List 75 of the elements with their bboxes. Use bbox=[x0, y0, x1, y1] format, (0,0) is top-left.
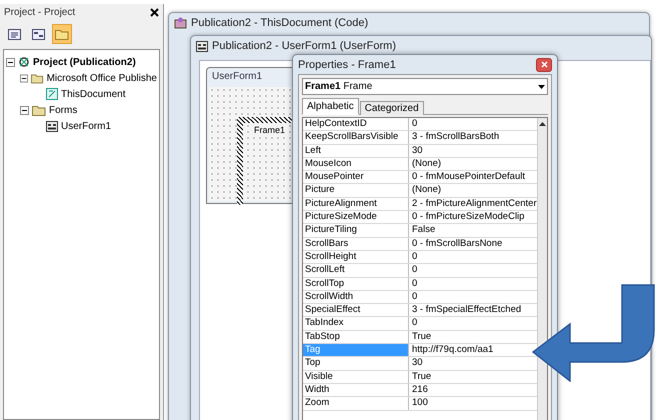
tree-item[interactable]: Forms bbox=[49, 104, 78, 116]
tree-item[interactable]: UserForm1 bbox=[61, 120, 112, 132]
collapse-icon[interactable] bbox=[20, 106, 29, 114]
property-value[interactable]: 0 bbox=[409, 290, 537, 304]
property-value[interactable]: 0 bbox=[409, 118, 537, 130]
property-value[interactable]: (None) bbox=[409, 184, 537, 197]
tab[interactable]: Categorized bbox=[360, 101, 424, 115]
property-value[interactable]: False bbox=[409, 224, 537, 237]
view-code-icon bbox=[8, 28, 20, 40]
form-icon bbox=[196, 40, 208, 52]
folder-icon bbox=[31, 72, 44, 84]
property-value[interactable]: (None) bbox=[409, 158, 537, 170]
caret-icon bbox=[538, 84, 545, 88]
property-name[interactable]: HelpContextID bbox=[303, 118, 409, 130]
close-icon bbox=[540, 61, 548, 68]
property-name[interactable]: PictureSizeMode bbox=[303, 211, 409, 224]
tree-item[interactable]: Microsoft Office Publishe bbox=[46, 72, 157, 84]
window-title: Publication2 - UserForm1 (UserForm) bbox=[212, 40, 396, 52]
property-name[interactable]: TabIndex bbox=[303, 317, 409, 330]
property-name[interactable]: ScrollTop bbox=[303, 278, 409, 290]
property-name[interactable]: ScrollHeight bbox=[303, 250, 409, 264]
window-title: Properties - Frame1 bbox=[298, 58, 396, 70]
property-name[interactable]: Top bbox=[303, 357, 409, 370]
view-object-icon bbox=[32, 28, 44, 40]
property-name[interactable]: Left bbox=[303, 144, 409, 157]
property-name[interactable]: Picture bbox=[303, 184, 409, 197]
property-value[interactable]: 3 - fmSpecialEffectEtched bbox=[409, 304, 537, 316]
property-value[interactable]: 0 - fmPictureSizeModeClip bbox=[409, 211, 537, 224]
property-value[interactable]: 216 bbox=[409, 384, 537, 396]
tab[interactable]: Alphabetic bbox=[302, 98, 359, 115]
property-value[interactable]: 0 bbox=[409, 250, 537, 264]
property-name[interactable]: PictureTiling bbox=[303, 224, 409, 237]
property-value[interactable]: 0 - fmScrollBarsNone bbox=[409, 238, 537, 250]
object-dropdown[interactable]: Frame1 Frame bbox=[302, 78, 548, 95]
folder-icon bbox=[32, 104, 46, 116]
property-name[interactable]: MousePointer bbox=[303, 171, 409, 184]
pane-title: Project - Project bbox=[4, 7, 76, 18]
property-name[interactable]: TabStop bbox=[303, 330, 409, 344]
property-name[interactable]: ScrollWidth bbox=[303, 290, 409, 304]
tree-item[interactable]: ThisDocument bbox=[61, 88, 126, 100]
property-name[interactable]: KeepScrollBarsVisible bbox=[303, 131, 409, 144]
tree-item[interactable]: Project (Publication2) bbox=[33, 56, 136, 68]
document-icon bbox=[46, 88, 58, 100]
property-name[interactable]: Zoom bbox=[303, 397, 409, 410]
property-value[interactable]: 0 bbox=[409, 264, 537, 277]
property-name[interactable]: Width bbox=[303, 384, 409, 396]
collapse-icon[interactable] bbox=[6, 58, 15, 66]
property-value[interactable]: 30 bbox=[409, 357, 537, 370]
property-name[interactable]: ScrollBars bbox=[303, 238, 409, 250]
property-name[interactable]: PictureAlignment bbox=[303, 198, 409, 210]
close-button[interactable] bbox=[536, 58, 552, 72]
property-value[interactable]: 100 bbox=[409, 397, 537, 410]
code-window-icon bbox=[174, 17, 187, 29]
property-value[interactable]: True bbox=[409, 330, 537, 344]
property-name[interactable]: SpecialEffect bbox=[303, 304, 409, 316]
property-name[interactable]: MouseIcon bbox=[303, 158, 409, 170]
frame-caption: Frame1 bbox=[253, 125, 286, 135]
property-value[interactable]: 0 - fmMousePointerDefault bbox=[409, 171, 537, 184]
property-value[interactable]: 30 bbox=[409, 144, 537, 157]
property-name[interactable]: Visible bbox=[303, 370, 409, 383]
property-value[interactable]: True bbox=[409, 370, 537, 383]
close-icon[interactable] bbox=[150, 8, 159, 17]
property-value[interactable]: 2 - fmPictureAlignmentCenter bbox=[409, 198, 537, 210]
form-icon bbox=[46, 120, 58, 132]
property-value[interactable]: http://f79q.com/aa1 bbox=[409, 344, 537, 356]
property-name[interactable]: ScrollLeft bbox=[303, 264, 409, 277]
property-value[interactable]: 0 bbox=[409, 317, 537, 330]
scrollbar[interactable] bbox=[536, 118, 547, 420]
collapse-icon[interactable] bbox=[20, 74, 28, 82]
folder-icon bbox=[55, 28, 69, 40]
property-value[interactable]: 0 bbox=[409, 278, 537, 290]
project-icon bbox=[18, 56, 30, 68]
scroll-up-icon bbox=[538, 122, 546, 126]
property-value[interactable]: 3 - fmScrollBarsBoth bbox=[409, 131, 537, 144]
window-title: Publication2 - ThisDocument (Code) bbox=[191, 17, 368, 29]
